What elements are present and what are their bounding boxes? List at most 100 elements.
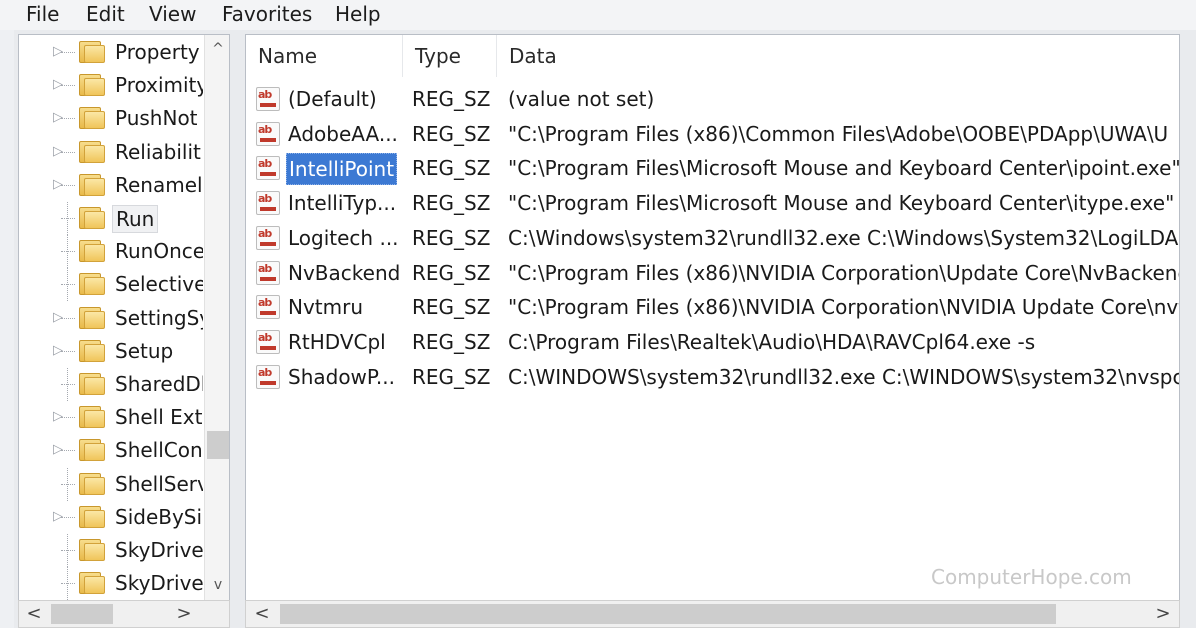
string-value-icon: ab — [256, 156, 280, 181]
values-list-pane[interactable]: Name Type Data ab (Default) REG_SZ (value n… — [245, 34, 1180, 602]
value-data: "C:\Program Files\Microsoft Mouse and Ke… — [508, 191, 1175, 216]
folder-icon — [79, 539, 105, 561]
tree-connector — [61, 52, 75, 53]
value-data: "C:\Program Files (x86)\NVIDIA Corporati… — [508, 295, 1180, 320]
tree-connector — [61, 583, 75, 585]
folder-icon — [79, 207, 105, 229]
tree-item[interactable]: ▷Shell Exte — [19, 401, 204, 434]
tree-item[interactable]: ▷ Setup — [19, 335, 204, 368]
folder-icon — [79, 173, 105, 196]
tree-item[interactable]: SkyDrive — [19, 567, 204, 601]
value-row[interactable]: ab NvBackend REG_SZ "C:\Program Files (x86)… — [246, 257, 1179, 292]
value-row[interactable]: ab Logitech ... REG_SZ C:\Windows\system32\… — [246, 222, 1180, 257]
value-row[interactable]: ab AdobeAA... REG_SZ "C:\Program Files (x86… — [246, 118, 1179, 153]
menu-help[interactable]: Help — [335, 0, 381, 28]
column-header-name[interactable]: Name — [246, 35, 403, 77]
tree-item[interactable]: ▷ Property — [19, 36, 204, 69]
value-data: C:\WINDOWS\system32\rundll32.exe C:\WIND… — [508, 364, 1180, 389]
folder-icon — [79, 572, 105, 595]
menu-view[interactable]: View — [149, 0, 196, 28]
tree-item-label: SkyDrive — [115, 538, 203, 562]
tree-horizontal-scrollbar[interactable]: < > — [18, 600, 230, 628]
tree-connector — [61, 284, 75, 286]
value-name[interactable]: ShadowP... — [286, 362, 397, 392]
folder-icon — [79, 472, 105, 495]
tree-hscroll-thumb[interactable] — [51, 604, 113, 624]
value-name[interactable]: NvBackend — [286, 258, 402, 288]
folder-icon — [79, 406, 105, 429]
value-type: REG_SZ — [412, 329, 491, 354]
tree-item[interactable]: ▷ SettingSy — [19, 302, 204, 335]
value-data: (value not set) — [508, 87, 655, 111]
tree-item[interactable]: ▷ SideBySi — [19, 501, 204, 534]
menu-bar: File Edit View Favorites Help — [0, 0, 1196, 30]
tree-item[interactable]: ▷ ShellCon — [19, 434, 204, 467]
value-name[interactable]: Logitech ... — [286, 223, 401, 253]
scroll-left-icon[interactable]: < — [19, 601, 49, 627]
tree-item[interactable]: RunOnce — [19, 235, 204, 269]
value-row[interactable]: ab (Default) REG_SZ (value not set) — [246, 83, 1179, 118]
tree-item[interactable]: Selective — [19, 268, 204, 302]
tree-item[interactable]: ▷ Reliabilit — [19, 136, 204, 169]
column-header-data[interactable]: Data — [497, 35, 1179, 77]
key-tree-pane[interactable]: ▷ Property ▷ Proximity ▷ PushNot ▷ Reliabilit ▷ R… — [18, 34, 230, 602]
menu-edit[interactable]: Edit — [86, 0, 125, 28]
scroll-down-icon[interactable]: v — [205, 573, 229, 597]
tree-item-label: Run — [112, 205, 159, 233]
value-row[interactable]: ab IntelliTyp... REG_SZ "C:\Program Files\M… — [246, 187, 1179, 222]
folder-icon — [79, 306, 105, 329]
value-row[interactable]: ab RtHDVCpl REG_SZ C:\Program Files\Realtek… — [246, 326, 1179, 361]
list-hscroll-thumb[interactable] — [280, 604, 1056, 624]
scroll-left-icon[interactable]: < — [248, 601, 276, 627]
value-data: C:\Windows\system32\rundll32.exe C:\Wind… — [508, 225, 1180, 250]
tree-connector — [61, 450, 75, 452]
string-value-icon: ab — [256, 225, 280, 250]
value-type: REG_SZ — [412, 121, 491, 146]
tree-item[interactable]: ▷ Proximity — [19, 69, 204, 102]
value-type: REG_SZ — [412, 87, 491, 111]
value-type: REG_SZ — [412, 191, 491, 216]
tree-item[interactable]: ▷ PushNot — [19, 102, 204, 135]
tree-item[interactable]: SkyDrive — [19, 534, 204, 567]
tree-item-label: SideBySi — [115, 504, 203, 529]
value-row[interactable]: ab ShadowP... REG_SZ C:\WINDOWS\system32\ru… — [246, 361, 1180, 396]
scroll-up-icon[interactable]: ^ — [205, 37, 229, 61]
value-type: REG_SZ — [412, 156, 491, 181]
tree-item[interactable]: Run — [19, 202, 204, 235]
value-name[interactable]: RtHDVCpl — [286, 327, 388, 357]
folder-icon — [79, 373, 105, 395]
menu-file[interactable]: File — [26, 0, 59, 28]
menu-favorites[interactable]: Favorites — [222, 0, 312, 28]
tree-item-label: PushNot — [115, 106, 198, 131]
tree-scroll-thumb[interactable] — [207, 431, 229, 459]
tree-item-label: SharedDl — [115, 372, 203, 396]
tree-item[interactable]: ▷ Renamel — [19, 169, 204, 202]
scroll-right-icon[interactable]: > — [1149, 601, 1177, 627]
value-name[interactable]: AdobeAA... — [286, 119, 400, 149]
value-name[interactable]: (Default) — [286, 84, 379, 114]
scroll-right-icon[interactable]: > — [169, 601, 199, 627]
tree-connector — [61, 251, 75, 253]
value-name[interactable]: Nvtmru — [286, 292, 365, 322]
tree-connector — [61, 118, 75, 120]
tree-item[interactable]: SharedDl — [19, 368, 204, 401]
value-name[interactable]: IntelliTyp... — [286, 188, 398, 218]
tree-connector — [61, 483, 75, 485]
value-name[interactable]: IntelliPoint — [286, 153, 398, 186]
tree-item-label: Renamel — [115, 172, 203, 197]
tree-vertical-scrollbar[interactable]: ^ v — [204, 35, 229, 601]
value-type: REG_SZ — [412, 295, 491, 320]
string-value-icon: ab — [256, 295, 280, 320]
tree-connector — [61, 516, 75, 518]
string-value-icon: ab — [256, 121, 280, 146]
value-row[interactable]: ab IntelliPoint REG_SZ "C:\Program Files\Mi… — [246, 152, 1179, 187]
tree-item[interactable]: ShellServ — [19, 467, 204, 501]
tree-item-label: SettingSy — [115, 305, 203, 330]
column-header-type[interactable]: Type — [403, 35, 497, 77]
tree-item-label: ShellServ — [115, 471, 203, 496]
tree-item-label: Proximity — [115, 73, 203, 98]
value-row[interactable]: ab Nvtmru REG_SZ "C:\Program Files (x86)\NV… — [246, 291, 1180, 326]
tree-connector — [61, 218, 75, 219]
folder-icon — [79, 240, 105, 263]
list-horizontal-scrollbar[interactable]: < > — [245, 600, 1180, 628]
